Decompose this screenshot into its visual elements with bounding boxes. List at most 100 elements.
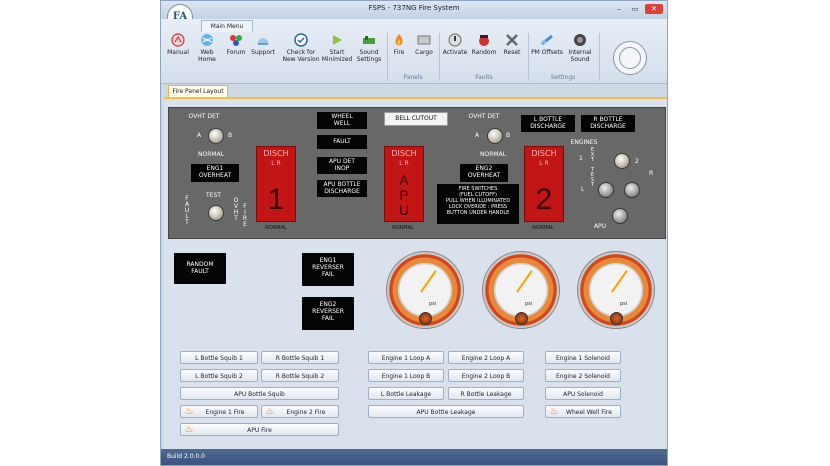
flame-icon: ♨ <box>184 424 194 435</box>
apu-bottle-leakage-button[interactable]: APU Bottle Leakage <box>368 405 524 418</box>
squib-l-label: L <box>581 186 585 193</box>
random-label: Random <box>471 49 497 56</box>
fire-panel-pane: OVHT DET A B NORMAL ENG1 OVERHEAT TEST F… <box>164 97 667 451</box>
pm-offsets-button[interactable]: PM Offsets <box>530 33 564 56</box>
fire-button[interactable]: Fire <box>389 33 409 56</box>
start-minimized-button[interactable]: Start Minimized <box>321 33 353 63</box>
disch-lr-label: L R <box>399 160 409 167</box>
r-bottle-squib-1-button[interactable]: R Bottle Squib 1 <box>261 351 339 364</box>
ext-test-switch[interactable] <box>614 153 630 169</box>
ovht-det-right-label: OVHT DET <box>468 113 500 120</box>
engine-1-loop-b-button[interactable]: Engine 1 Loop B <box>368 369 444 382</box>
build-label: Build 2.0.0.0 <box>167 453 205 460</box>
support-label: Support <box>251 49 275 56</box>
cargo-icon <box>417 35 431 45</box>
engine-1-fire-handle[interactable]: DISCH L R 1 <box>256 146 296 222</box>
gauge-unit-label: psi <box>620 301 628 307</box>
activate-label: Activate <box>442 49 468 56</box>
engine-1-solenoid-button[interactable]: Engine 1 Solenoid <box>545 351 621 364</box>
handle-2-normal-label: NORMAL <box>532 225 554 231</box>
ovht-det-left-switch[interactable] <box>208 128 224 144</box>
forum-button[interactable]: Forum <box>224 33 248 56</box>
fault-vert-label: F A U L T <box>184 195 190 226</box>
engine-1-fire-button[interactable]: ♨ Engine 1 Fire <box>180 405 258 418</box>
eng1-reverser-fail-light[interactable]: ENG1 REVERSER FAIL <box>302 253 354 286</box>
reset-button[interactable]: Reset <box>499 33 525 56</box>
activate-icon <box>448 33 462 47</box>
manual-button[interactable]: Manual <box>164 33 192 56</box>
group-faults-label: Faults <box>475 74 493 81</box>
engine-2-fire-handle[interactable]: DISCH L R 2 <box>524 146 564 222</box>
apu-fire-label: APU Fire <box>247 427 272 434</box>
handle-apu-text: A P U <box>398 172 410 218</box>
random-button[interactable]: Random <box>470 33 498 56</box>
forum-label: Forum <box>226 49 246 56</box>
engine-2-loop-a-button[interactable]: Engine 2 Loop A <box>448 351 524 364</box>
engine-2-fire-button[interactable]: ♨ Engine 2 Fire <box>261 405 339 418</box>
bell-cutout-button[interactable]: BELL CUTOUT <box>384 112 448 126</box>
gauge-unit-label: psi <box>429 301 437 307</box>
cargo-button[interactable]: Cargo <box>412 33 436 56</box>
l-bottle-discharge-light: L BOTTLE DISCHARGE <box>521 115 575 132</box>
r-bottle-squib-knob[interactable] <box>624 182 640 198</box>
activate-button[interactable]: Activate <box>441 33 469 56</box>
l-bottle-leakage-button[interactable]: L Bottle Leakage <box>368 387 444 400</box>
web-home-label: Web Home <box>198 49 216 63</box>
ovht-a-label: A <box>197 132 202 139</box>
ribbon: Main Menu Manual Web Home Forum Support … <box>161 19 667 84</box>
minimize-button[interactable]: – <box>613 4 625 14</box>
title-bar[interactable]: FSPS - 737NG Fire System – ▭ ✕ <box>161 1 667 20</box>
status-bar: Build 2.0.0.0 <box>161 449 667 465</box>
pm-offsets-label: PM Offsets <box>531 49 563 56</box>
support-button[interactable]: Support <box>249 33 277 56</box>
r-bottle-squib-2-button[interactable]: R Bottle Squib 2 <box>261 369 339 382</box>
group-separator <box>599 33 600 81</box>
ovht-right-a-label: A <box>475 132 480 139</box>
close-button[interactable]: ✕ <box>645 4 663 14</box>
sound-settings-button[interactable]: Sound Settings <box>354 33 384 63</box>
pm-offsets-icon <box>541 34 553 46</box>
fault-test-switch[interactable] <box>208 205 224 221</box>
maximize-button[interactable]: ▭ <box>629 4 641 14</box>
handle-2-number: 2 <box>535 183 553 216</box>
engine-2-loop-b-button[interactable]: Engine 2 Loop B <box>448 369 524 382</box>
tab-main-menu[interactable]: Main Menu <box>201 20 253 32</box>
test-label: TEST <box>206 192 221 199</box>
r-bottle-discharge-light: R BOTTLE DISCHARGE <box>581 115 635 132</box>
flame-icon: ♨ <box>549 406 559 417</box>
apu-bottle-squib-button[interactable]: APU Bottle Squib <box>180 387 339 400</box>
check-version-button[interactable]: Check for New Version <box>281 33 321 63</box>
fault-light: FAULT <box>317 135 367 149</box>
engines-label: ENGINES <box>570 139 598 146</box>
forum-icon <box>230 35 242 46</box>
ovht-det-right-switch[interactable] <box>487 128 503 144</box>
apu-fire-button[interactable]: ♨ APU Fire <box>180 423 339 436</box>
ovht-vert-label: O V H T <box>233 197 239 222</box>
group-separator <box>387 33 388 81</box>
ovht-right-b-label: B <box>506 132 511 139</box>
apu-squib-knob[interactable] <box>612 208 628 224</box>
apu-solenoid-button[interactable]: APU Solenoid <box>545 387 621 400</box>
random-fault-light[interactable]: RANDOM FAULT <box>174 253 226 284</box>
fire-switch-info-placard: FIRE SWITCHES (FUEL CUTOFF) PULL WHEN IL… <box>437 184 519 224</box>
web-home-button[interactable]: Web Home <box>192 33 222 63</box>
tab-fire-panel-layout[interactable]: Fire Panel Layout <box>168 85 228 97</box>
fire-icon <box>395 34 403 46</box>
wheel-well-fire-label: Wheel Well Fire <box>566 409 612 416</box>
l-bottle-pressure-gauge: psi <box>386 251 464 329</box>
wheel-well-fire-button[interactable]: ♨ Wheel Well Fire <box>545 405 621 418</box>
eng2-reverser-fail-light[interactable]: ENG2 REVERSER FAIL <box>302 297 354 330</box>
engine-2-solenoid-button[interactable]: Engine 2 Solenoid <box>545 369 621 382</box>
l-bottle-squib-knob[interactable] <box>598 182 614 198</box>
l-bottle-squib-2-button[interactable]: L Bottle Squib 2 <box>180 369 258 382</box>
apu-bottle-discharge-light: APU BOTTLE DISCHARGE <box>317 180 367 197</box>
engine-1-loop-a-button[interactable]: Engine 1 Loop A <box>368 351 444 364</box>
ext-test-1-label: 1 <box>579 155 583 162</box>
r-bottle-leakage-button[interactable]: R Bottle Leakage <box>448 387 524 400</box>
flame-icon: ♨ <box>265 406 275 417</box>
l-bottle-squib-1-button[interactable]: L Bottle Squib 1 <box>180 351 258 364</box>
r-bottle-pressure-gauge: psi <box>482 251 560 329</box>
apu-fire-handle[interactable]: DISCH L R A P U <box>384 146 424 222</box>
internal-sound-button[interactable]: Internal Sound <box>565 33 595 63</box>
start-minimized-label: Start Minimized <box>321 49 353 63</box>
